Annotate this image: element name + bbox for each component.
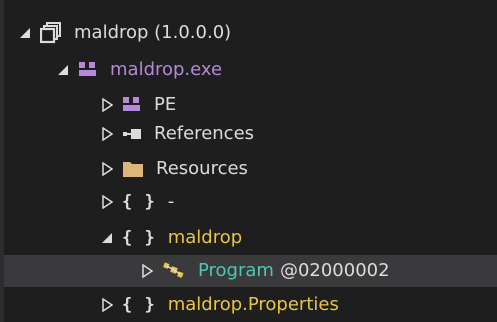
namespace-label: maldrop.Properties — [167, 294, 339, 315]
resources-label: Resources — [156, 158, 248, 179]
tree-item-resources[interactable]: Resources — [4, 153, 497, 185]
tree-item-namespace-empty[interactable]: { } - — [4, 186, 497, 218]
namespace-icon: { } — [122, 295, 156, 315]
collapsed-arrow-icon[interactable] — [100, 160, 114, 178]
collapsed-arrow-icon[interactable] — [100, 193, 114, 211]
tree-item-pe[interactable]: PE — [4, 89, 497, 121]
namespace-icon: { } — [122, 192, 156, 212]
namespace-label: maldrop — [167, 227, 243, 248]
class-icon — [162, 261, 186, 281]
expanded-arrow-icon[interactable] — [56, 61, 70, 79]
assembly-label: maldrop (1.0.0.0) — [74, 22, 232, 43]
collapsed-arrow-icon[interactable] — [140, 262, 154, 280]
expanded-arrow-icon[interactable] — [18, 24, 32, 42]
tree-item-references[interactable]: References — [4, 118, 497, 150]
assembly-icon — [40, 22, 62, 44]
collapsed-arrow-icon[interactable] — [100, 125, 114, 143]
collapsed-arrow-icon[interactable] — [100, 296, 114, 314]
namespace-icon: { } — [122, 228, 156, 248]
tree-item-namespace-properties[interactable]: { } maldrop.Properties — [4, 289, 497, 321]
folder-icon — [122, 160, 144, 178]
references-label: References — [154, 123, 255, 144]
module-icon — [78, 61, 98, 79]
pe-label: PE — [154, 94, 177, 115]
pe-icon — [122, 96, 142, 114]
tree-item-assembly[interactable]: maldrop (1.0.0.0) — [4, 17, 497, 49]
tree-item-module[interactable]: maldrop.exe — [4, 54, 497, 86]
references-icon — [122, 127, 142, 141]
expanded-arrow-icon[interactable] — [100, 229, 114, 247]
tree-item-namespace-maldrop[interactable]: { } maldrop — [4, 222, 497, 254]
token-label: @02000002 — [279, 260, 390, 281]
class-label: Program — [198, 260, 274, 281]
collapsed-arrow-icon[interactable] — [100, 96, 114, 114]
tree-item-class-program[interactable]: Program @02000002 — [4, 255, 497, 287]
module-label: maldrop.exe — [110, 59, 223, 80]
namespace-label: - — [167, 191, 175, 212]
tree-view[interactable]: maldrop (1.0.0.0) maldrop.exe PE Referen… — [0, 0, 497, 322]
